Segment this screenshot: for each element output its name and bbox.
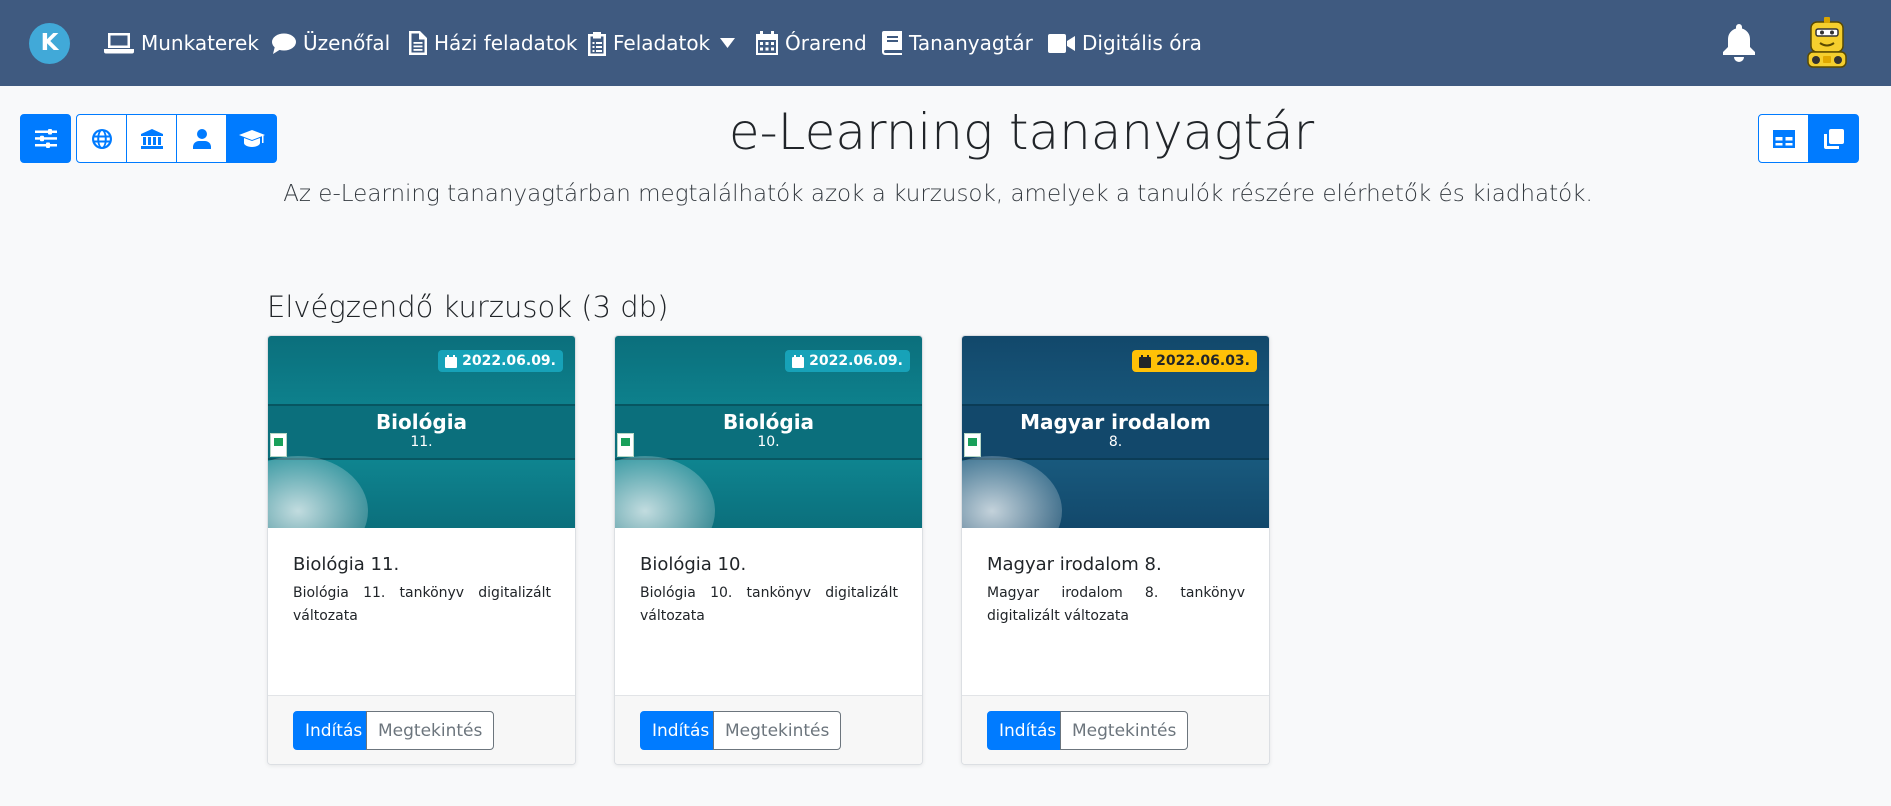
due-date-badge: 2022.06.09. [785, 350, 910, 372]
course-card: Magyar irodalom 8. 2022.06.03. Magyar ir… [961, 335, 1270, 765]
course-card-footer: Indítás Megtekintés [615, 695, 922, 764]
start-button[interactable]: Indítás [293, 711, 375, 750]
nav-item-digitalis-ora[interactable]: Digitális óra [1048, 24, 1202, 62]
nav-item-hazi-feladatok[interactable]: Házi feladatok [409, 24, 577, 62]
course-card: Biológia 11. 2022.06.09. Biológia 11. Bi… [267, 335, 576, 765]
due-date: 2022.06.09. [809, 353, 903, 369]
nav-item-orarend[interactable]: Órarend [756, 24, 867, 62]
start-button[interactable]: Indítás [987, 711, 1069, 750]
calendar-icon [792, 354, 805, 368]
course-image-grade: 11. [410, 434, 433, 450]
course-name: Biológia 10. [640, 554, 747, 575]
nav-label: Feladatok [613, 31, 711, 55]
avatar[interactable] [1802, 16, 1852, 70]
course-image-grade: 10. [757, 434, 780, 450]
calendar-icon [1139, 354, 1152, 368]
comment-icon [272, 33, 296, 54]
course-description: Biológia 10. tankönyv digitalizált válto… [640, 585, 898, 624]
course-image[interactable]: Biológia 10. 2022.06.09. [615, 336, 922, 528]
page-subtitle: Az e-Learning tananyagtárban megtalálhat… [283, 181, 1593, 207]
nav-label: Házi feladatok [434, 31, 578, 55]
course-image-grade: 8. [1108, 434, 1123, 450]
course-image[interactable]: Magyar irodalom 8. 2022.06.03. [962, 336, 1269, 528]
top-navbar: K Munkaterek Üzenőfal Házi feladatok Fel… [0, 0, 1891, 86]
laptop-icon [104, 33, 134, 54]
course-card-footer: Indítás Megtekintés [268, 695, 575, 764]
view-button[interactable]: Megtekintés [1060, 711, 1189, 750]
book-icon [882, 31, 902, 55]
due-date-badge: 2022.06.09. [438, 350, 563, 372]
course-image-title: Biológia [375, 410, 468, 434]
nav-item-uzenofal[interactable]: Üzenőfal [272, 24, 390, 62]
bell-icon[interactable] [1722, 24, 1756, 62]
course-image-glow [268, 456, 368, 528]
page-title: e-Learning tananyagtár [728, 103, 1315, 161]
course-name: Biológia 11. [293, 554, 400, 575]
calendar-icon [756, 31, 778, 55]
nav-label: Digitális óra [1082, 31, 1202, 55]
nav-item-munkaterek[interactable]: Munkaterek [104, 24, 259, 62]
nav-label: Munkaterek [141, 31, 259, 55]
video-camera-icon [1048, 33, 1075, 53]
view-button[interactable]: Megtekintés [713, 711, 842, 750]
course-description: Magyar irodalom 8. tankönyv digitalizált… [987, 585, 1245, 624]
course-image[interactable]: Biológia 11. 2022.06.09. [268, 336, 575, 528]
clipboard-icon [588, 31, 606, 56]
section-title: Elvégzendő kurzusok (3 db) [267, 290, 669, 324]
nav-item-feladatok[interactable]: Feladatok [588, 24, 742, 62]
logo-letter: K [40, 30, 59, 56]
due-date-badge: 2022.06.03. [1132, 350, 1257, 372]
nav-label: Órarend [785, 31, 867, 55]
view-button[interactable]: Megtekintés [366, 711, 495, 750]
course-image-glow [962, 456, 1062, 528]
course-card: Biológia 10. 2022.06.09. Biológia 10. Bi… [614, 335, 923, 765]
course-image-title: Biológia [722, 410, 815, 434]
course-image-title: Magyar irodalom [1020, 410, 1211, 434]
file-icon [409, 31, 427, 55]
chevron-down-icon [720, 38, 736, 48]
nav-label: Üzenőfal [303, 31, 391, 55]
nav-item-tananyagtar[interactable]: Tananyagtár [882, 24, 1033, 62]
calendar-icon [445, 354, 458, 368]
course-description: Biológia 11. tankönyv digitalizált válto… [293, 585, 551, 624]
start-button[interactable]: Indítás [640, 711, 722, 750]
app-logo[interactable]: K [29, 23, 70, 64]
due-date: 2022.06.03. [1156, 353, 1250, 369]
course-name: Magyar irodalom 8. [987, 554, 1162, 575]
due-date: 2022.06.09. [462, 353, 556, 369]
course-image-glow [615, 456, 715, 528]
course-card-footer: Indítás Megtekintés [962, 695, 1269, 764]
nav-label: Tananyagtár [909, 31, 1033, 55]
